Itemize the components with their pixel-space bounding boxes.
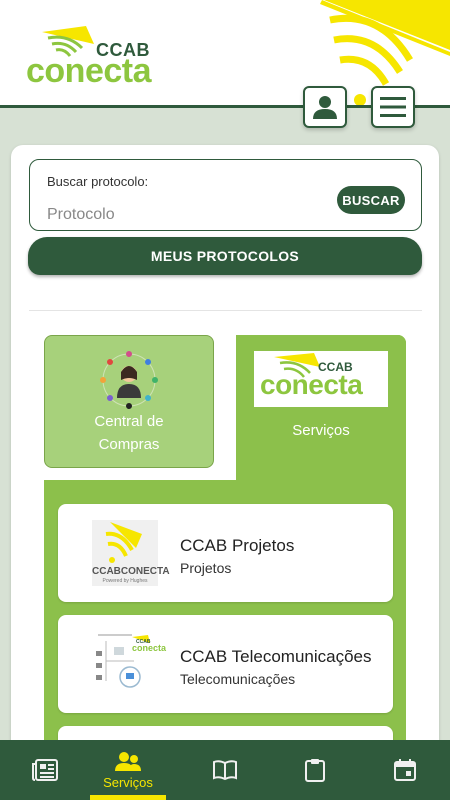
nav-label-servicos: Serviços [103,774,153,790]
search-button[interactable]: BUSCAR [337,186,405,214]
nav-item-news[interactable] [10,740,80,800]
newspaper-icon [32,759,58,781]
nav-item-book[interactable] [190,740,260,800]
servicos-thumbnail: CCAB conecta [254,351,388,407]
service-title: CCAB Projetos [180,536,295,555]
calendar-icon [394,759,416,781]
category-tab-servicos[interactable]: CCAB conecta Serviços [236,335,406,480]
bottom-navigation: Serviços [0,740,450,800]
service-item-ccab-projetos[interactable]: CCABCONECTA Powered by Hughes CCAB Proje… [58,504,393,602]
service-subtitle: Telecomunicações [180,671,296,687]
book-icon [213,760,237,781]
people-icon [115,751,141,771]
divider [29,310,422,311]
search-label: Buscar protocolo: [47,174,149,189]
protocol-search-box: Buscar protocolo: BUSCAR [29,159,422,231]
service-subtitle: Projetos [180,560,232,576]
central-de-compras-line1: Central de [94,413,164,430]
nav-item-clipboard[interactable] [280,740,350,800]
servicos-thumb-conecta: conecta [260,369,363,400]
menu-button[interactable] [371,86,415,128]
central-de-compras-line2: Compras [98,436,160,453]
user-icon [313,96,337,119]
projetos-thumb-tagline: Powered by Hughes [102,578,148,584]
central-de-compras-label-overlay: Central de Compras [94,410,163,456]
user-profile-button[interactable] [303,86,347,128]
ccab-projetos-thumbnail: CCABCONECTA Powered by Hughes [92,520,170,586]
ccab-conecta-logo: CCAB conecta [24,26,194,90]
projetos-thumb-brand: CCABCONECTA [92,566,170,577]
ccab-telecom-thumbnail: CCAB conecta [92,631,166,697]
category-tab-central-de-compras-overlay[interactable]: Central de Compras [44,335,214,468]
my-protocols-button[interactable]: MEUS PROTOCOLOS [28,237,422,275]
hamburger-menu-icon [380,97,406,117]
nav-item-servicos[interactable]: Serviços [93,740,163,800]
nav-item-calendar[interactable] [370,740,440,800]
service-title: CCAB Telecomunicações [180,647,372,666]
protocol-search-input[interactable] [47,206,307,224]
service-item-ccab-telecomunicacoes[interactable]: CCAB conecta CCAB Telecomunicações Telec… [58,615,393,713]
clipboard-icon [305,759,325,782]
logo-conecta-text: conecta [26,52,152,90]
servicos-label: Serviços [292,422,350,439]
nav-active-indicator [90,795,166,800]
central-de-compras-illustration-overlay [100,351,158,409]
telecom-thumb-conecta: conecta [132,643,167,653]
